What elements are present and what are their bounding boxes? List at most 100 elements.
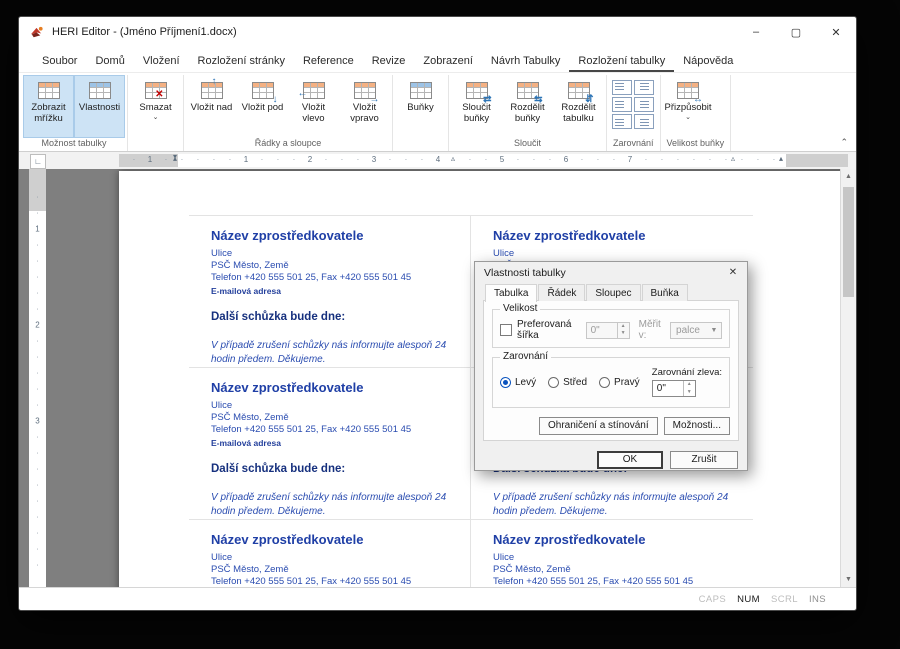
cell-city: PSČ Město, Země: [211, 260, 448, 272]
table-cell[interactable]: Název zprostředkovatele Ulice PSČ Město,…: [189, 368, 471, 520]
dialog-close-icon[interactable]: ✕: [723, 267, 743, 278]
ruler-tick: ·: [341, 155, 344, 164]
alignment-group-label: Zarovnání: [500, 351, 551, 362]
insert-below-icon: ↓: [251, 81, 275, 101]
ruler-tick: ·: [29, 305, 46, 314]
cells-button[interactable]: Buňky: [395, 75, 446, 138]
table-cell[interactable]: Název zprostředkovatele Ulice PSČ Město,…: [189, 520, 471, 587]
show-gridlines-button[interactable]: Zobrazit mřížku: [23, 75, 74, 138]
tab-revize[interactable]: Revize: [363, 51, 415, 72]
cell-city: PSČ Město, Země: [211, 412, 448, 424]
indent-spin-up-icon[interactable]: ▲: [684, 381, 695, 389]
align-right-radio[interactable]: [599, 377, 610, 388]
tab-napoveda[interactable]: Nápověda: [674, 51, 742, 72]
align-left-radio[interactable]: [500, 377, 511, 388]
tab-rozlozeni-tabulky[interactable]: Rozložení tabulky: [569, 51, 674, 72]
tab-reference[interactable]: Reference: [294, 51, 363, 72]
horizontal-ruler: ∟ ▾ ▴ ▵ ▵ ▴ ·1·····1···2···3···4···5···6…: [19, 152, 856, 169]
window-title: HERI Editor - (Jméno Příjmení1.docx): [52, 26, 237, 38]
ruler-tick: ·: [29, 337, 46, 346]
dialog-tab-sloupec[interactable]: Sloupec: [586, 284, 640, 301]
split-cells-button[interactable]: ⇆ Rozdělit buňky: [502, 75, 553, 138]
ruler-number: 2: [308, 155, 312, 164]
hanging-indent-marker[interactable]: ▴: [173, 155, 177, 168]
close-button[interactable]: ✕: [816, 17, 856, 47]
spin-down-icon[interactable]: ▼: [618, 330, 629, 338]
insert-right-label: Vložit vpravo: [341, 103, 388, 124]
size-group-label: Velikost: [500, 303, 540, 314]
insert-above-button[interactable]: ↑ Vložit nad: [186, 75, 237, 138]
properties-button[interactable]: Vlastnosti: [74, 75, 125, 138]
ruler-tick: ·: [405, 155, 408, 164]
align-center-icon[interactable]: [634, 97, 654, 112]
indent-spinner[interactable]: 0" ▲ ▼: [652, 380, 696, 397]
dialog-tab-bunka[interactable]: Buňka: [642, 284, 688, 301]
collapse-ribbon-button[interactable]: ⌃: [840, 137, 848, 148]
alignment-groupbox: Zarovnání Levý Střed Pravý: [492, 357, 730, 408]
autofit-button[interactable]: ↔ Přizpůsobit ⌄: [663, 75, 714, 138]
ruler-tick: ·: [725, 155, 728, 164]
align-center-left-icon[interactable]: [612, 97, 632, 112]
dialog-title-bar[interactable]: Vlastnosti tabulky ✕: [475, 262, 747, 283]
table-cell[interactable]: Název zprostředkovatele Ulice PSČ Město,…: [471, 520, 753, 587]
insert-left-button[interactable]: ← Vložit vlevo: [288, 75, 339, 138]
scroll-down-icon[interactable]: ▼: [841, 572, 856, 587]
ruler-tick: ·: [213, 155, 216, 164]
delete-button[interactable]: ✕ Smazat ⌄: [130, 75, 181, 138]
ok-button[interactable]: OK: [597, 451, 663, 469]
tab-soubor[interactable]: Soubor: [33, 51, 86, 72]
tab-rozlozeni-stranky[interactable]: Rozložení stránky: [189, 51, 294, 72]
tab-vlozeni[interactable]: Vložení: [134, 51, 189, 72]
autofit-label: Přizpůsobit: [665, 103, 712, 114]
borders-shading-button[interactable]: Ohraničení a stínování: [539, 417, 658, 435]
tab-zobrazeni[interactable]: Zobrazení: [414, 51, 482, 72]
maximize-icon: ▢: [791, 26, 801, 39]
dialog-footer: OK Zrušit: [475, 445, 747, 474]
vertical-scrollbar[interactable]: ▲ ▼: [840, 169, 856, 587]
merge-cells-button[interactable]: ⇄ Sloučit buňky: [451, 75, 502, 138]
ruler-tick: ·: [645, 155, 648, 164]
ruler-tick: ·: [29, 353, 46, 362]
ruler-tick: ·: [29, 529, 46, 538]
cancel-button[interactable]: Zrušit: [670, 451, 738, 469]
width-spin-arrows[interactable]: ▲ ▼: [617, 323, 629, 338]
table-properties-dialog: Vlastnosti tabulky ✕ Tabulka Řádek Sloup…: [474, 261, 748, 471]
dialog-tab-radek[interactable]: Řádek: [538, 284, 585, 301]
group-label-velikost-bunky: Velikost buňky: [663, 138, 729, 151]
table-cell[interactable]: Název zprostředkovatele Ulice PSČ Město,…: [189, 216, 471, 368]
width-spinner[interactable]: 0" ▲ ▼: [586, 322, 630, 339]
insert-right-button[interactable]: → Vložit vpravo: [339, 75, 390, 138]
ruler-number: 1: [244, 155, 248, 164]
group-label-zarovnani: Zarovnání: [609, 138, 658, 151]
tab-selector-button[interactable]: ∟: [30, 154, 46, 169]
minimize-button[interactable]: –: [736, 17, 776, 47]
scroll-up-icon[interactable]: ▲: [841, 169, 856, 184]
preferred-width-checkbox[interactable]: [500, 324, 512, 336]
indent-spin-down-icon[interactable]: ▼: [684, 389, 695, 397]
tab-navrh-tabulky[interactable]: Návrh Tabulky: [482, 51, 570, 72]
scrollbar-thumb[interactable]: [843, 187, 854, 297]
align-center-radio[interactable]: [548, 377, 559, 388]
right-margin-marker[interactable]: ▴: [779, 155, 783, 168]
ruler-tick: ·: [469, 155, 472, 164]
tab-domu[interactable]: Domů: [86, 51, 133, 72]
align-bottom-center-icon[interactable]: [634, 114, 654, 129]
indent-spin-arrows[interactable]: ▲ ▼: [683, 381, 695, 396]
right-indent-marker[interactable]: ▵: [731, 155, 735, 168]
ruler-number: 1: [148, 155, 152, 164]
split-table-button[interactable]: ⇵ Rozdělit tabulku: [553, 75, 604, 138]
insert-left-icon: ←: [302, 81, 326, 101]
maximize-button[interactable]: ▢: [776, 17, 816, 47]
align-bottom-left-icon[interactable]: [612, 114, 632, 129]
ruler-tick: ·: [29, 289, 46, 298]
ruler-tick: ·: [421, 155, 424, 164]
insert-right-icon: →: [353, 81, 377, 101]
align-top-left-icon[interactable]: [612, 80, 632, 95]
dialog-tab-tabulka[interactable]: Tabulka: [485, 284, 537, 302]
spin-up-icon[interactable]: ▲: [618, 323, 629, 331]
options-button[interactable]: Možnosti...: [664, 417, 730, 435]
ribbon-group-smazat: ✕ Smazat ⌄: [128, 75, 184, 151]
insert-below-button[interactable]: ↓ Vložit pod: [237, 75, 288, 138]
align-top-center-icon[interactable]: [634, 80, 654, 95]
measure-unit-dropdown[interactable]: palce ▼: [670, 322, 722, 339]
